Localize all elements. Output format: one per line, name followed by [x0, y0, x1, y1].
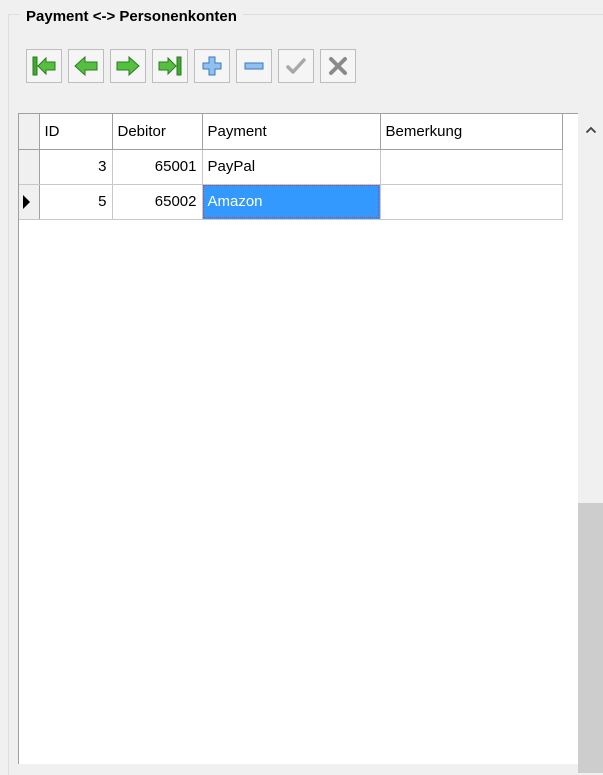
insert-record-button[interactable] [194, 49, 230, 83]
indicator-header [19, 114, 40, 150]
cell-bemerkung[interactable] [380, 184, 563, 220]
cell-debitor[interactable]: 65002 [112, 184, 203, 220]
cell-id[interactable]: 5 [39, 184, 113, 220]
row-indicator[interactable] [19, 184, 40, 220]
delete-record-button[interactable] [236, 49, 272, 83]
last-record-icon [158, 56, 182, 76]
scroll-up-button[interactable] [578, 113, 603, 147]
cell-id[interactable]: 3 [39, 149, 113, 185]
group-title: Payment <-> Personenkonten [20, 8, 243, 26]
cell-bemerkung[interactable] [380, 149, 563, 185]
prior-record-button[interactable] [68, 49, 104, 83]
data-grid[interactable]: ID Debitor Payment Bemerkung 3 65001 Pay… [18, 113, 579, 764]
column-header-bemerkung[interactable]: Bemerkung [380, 114, 563, 150]
column-header-debitor[interactable]: Debitor [112, 114, 203, 150]
db-navigator-toolbar [26, 49, 356, 85]
current-row-pointer-icon [23, 194, 30, 209]
header-row: ID Debitor Payment Bemerkung [19, 114, 563, 150]
check-icon [286, 58, 306, 74]
cross-icon [329, 57, 347, 75]
plus-icon [202, 56, 222, 76]
cancel-record-button[interactable] [320, 49, 356, 83]
cell-debitor[interactable]: 65001 [112, 149, 203, 185]
table-row[interactable]: 5 65002 Amazon [19, 184, 563, 220]
first-record-button[interactable] [26, 49, 62, 83]
last-record-button[interactable] [152, 49, 188, 83]
vertical-scrollbar[interactable] [578, 113, 603, 773]
next-record-icon [116, 55, 140, 77]
cell-payment[interactable]: PayPal [202, 149, 381, 185]
scrollbar-thumb[interactable] [578, 503, 603, 773]
prior-record-icon [74, 55, 98, 77]
cell-payment-selected[interactable]: Amazon [202, 184, 381, 220]
next-record-button[interactable] [110, 49, 146, 83]
column-header-payment[interactable]: Payment [202, 114, 381, 150]
table-row[interactable]: 3 65001 PayPal [19, 149, 563, 185]
minus-icon [244, 62, 264, 70]
row-indicator[interactable] [19, 149, 40, 185]
chevron-up-icon [585, 126, 596, 134]
post-record-button[interactable] [278, 49, 314, 83]
first-record-icon [32, 56, 56, 76]
column-header-id[interactable]: ID [39, 114, 113, 150]
grid-table: ID Debitor Payment Bemerkung 3 65001 Pay… [19, 114, 563, 220]
